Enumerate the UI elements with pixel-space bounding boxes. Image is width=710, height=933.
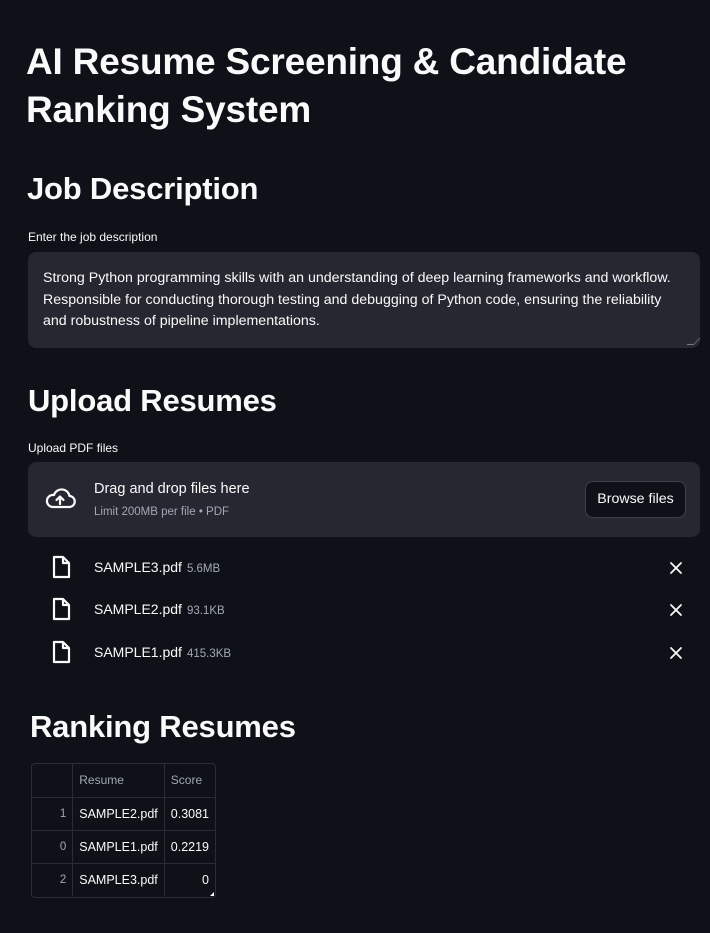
- page-title: AI Resume Screening & Candidate Ranking …: [26, 41, 627, 130]
- ranking-resumes-header: Ranking Resumes: [30, 709, 296, 744]
- table-row: 0 SAMPLE1.pdf 0.2219: [32, 830, 215, 864]
- job-description-text[interactable]: Strong Python programming skills with an…: [43, 270, 671, 329]
- file-name: SAMPLE1.pdf: [94, 644, 182, 660]
- file-size: 93.1KB: [186, 605, 225, 617]
- remove-file-button[interactable]: [668, 645, 684, 661]
- resume-cell[interactable]: SAMPLE3.pdf: [72, 863, 165, 896]
- resume-cell[interactable]: SAMPLE1.pdf: [72, 830, 165, 864]
- row-index[interactable]: 2: [32, 863, 74, 896]
- remove-file-button[interactable]: [668, 560, 684, 576]
- file-dropzone[interactable]: Drag and drop files here Limit 200MB per…: [28, 462, 700, 537]
- score-cell[interactable]: 0.3081: [164, 797, 215, 831]
- dropzone-limit: Limit 200MB per file • PDF: [94, 506, 230, 518]
- document-icon: [52, 640, 71, 664]
- resume-cell[interactable]: SAMPLE2.pdf: [72, 797, 165, 831]
- upload-pdf-label: Upload PDF files: [28, 441, 119, 455]
- job-description-label: Enter the job description: [28, 230, 158, 244]
- file-size: 5.6MB: [186, 563, 221, 575]
- document-icon: [52, 555, 71, 579]
- score-cell[interactable]: 0: [164, 863, 215, 896]
- table-resize-handle[interactable]: [210, 892, 214, 896]
- column-header-resume[interactable]: Resume: [72, 764, 165, 798]
- upload-resumes-header: Upload Resumes: [28, 383, 277, 418]
- file-size: 415.3KB: [186, 648, 232, 660]
- score-cell[interactable]: 0.2219: [164, 830, 215, 864]
- dropzone-instructions: Drag and drop files here: [94, 481, 250, 497]
- row-index[interactable]: 1: [32, 797, 74, 831]
- file-name: SAMPLE2.pdf: [94, 601, 182, 617]
- table-row: 2 SAMPLE3.pdf 0: [32, 863, 215, 896]
- ranking-table[interactable]: Resume Score 1 SAMPLE2.pdf 0.3081 0 SAMP…: [31, 763, 216, 898]
- cloud-upload-icon: [45, 488, 76, 509]
- index-column-header: [32, 764, 74, 798]
- uploaded-file-item: SAMPLE2.pdf 93.1KB: [28, 594, 700, 624]
- job-description-textarea[interactable]: Strong Python programming skills with an…: [28, 252, 701, 348]
- file-name: SAMPLE3.pdf: [94, 559, 182, 575]
- browse-files-button[interactable]: Browse files: [585, 481, 686, 518]
- resize-handle[interactable]: [686, 338, 701, 345]
- job-description-header: Job Description: [27, 171, 259, 206]
- column-header-score[interactable]: Score: [164, 764, 215, 798]
- remove-file-button[interactable]: [668, 602, 684, 618]
- uploaded-file-item: SAMPLE3.pdf 5.6MB: [28, 552, 700, 582]
- row-index[interactable]: 0: [32, 830, 74, 864]
- uploaded-file-item: SAMPLE1.pdf 415.3KB: [28, 637, 700, 667]
- table-row: 1 SAMPLE2.pdf 0.3081: [32, 797, 215, 831]
- table-header-row: Resume Score: [32, 764, 215, 798]
- document-icon: [52, 597, 71, 621]
